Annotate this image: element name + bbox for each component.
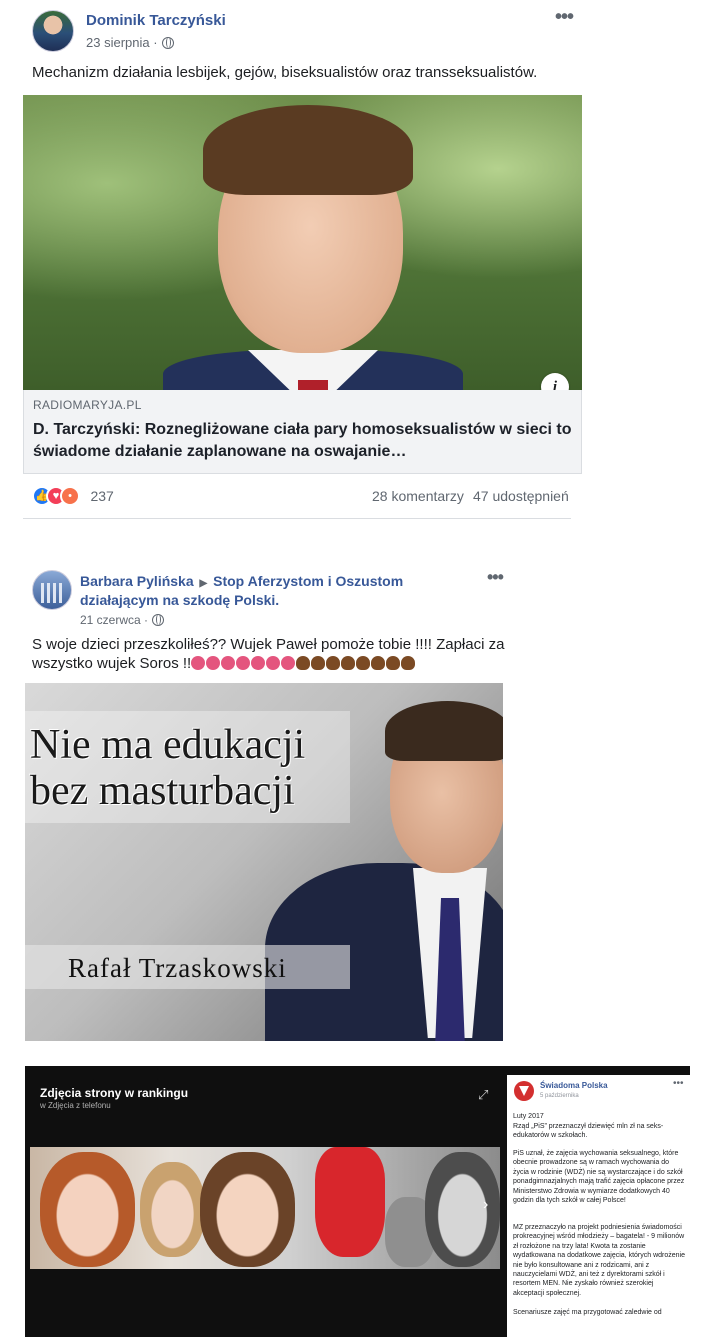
post1-reactions[interactable]: 👍 ♥ • 237 (32, 486, 114, 508)
globe-icon (152, 614, 165, 626)
post1-date-separator: · (149, 35, 158, 50)
post1-author-name[interactable]: Dominik Tarczyński (86, 12, 226, 29)
arrow-right-icon: ▶ (199, 578, 208, 589)
post2-text-line2-words: wszystko wujek Soros !! (32, 655, 192, 672)
poo-emoji-icon (356, 656, 371, 670)
post2-options-button[interactable]: ••• (487, 567, 504, 588)
image-caption-line2: bez masturbacji (30, 768, 295, 814)
poo-emoji-icon (311, 656, 326, 670)
expand-icon[interactable]: ⤢ (478, 1087, 488, 1103)
image-caption-line1: Nie ma edukacji (30, 722, 306, 768)
post2-emoji-row (191, 655, 416, 672)
angry-icon: • (60, 486, 80, 506)
post2-text-line2: wszystko wujek Soros !! (32, 655, 416, 672)
post1-link-headline[interactable]: D. Tarczyński: Roznegliżowane ciała pary… (33, 419, 573, 463)
post3-paragraph: MZ przeznaczyło na projekt podniesienia … (513, 1224, 685, 1297)
poo-emoji-icon (341, 656, 356, 670)
post3-author-avatar[interactable] (514, 1081, 534, 1101)
portrait-tie (298, 380, 328, 390)
chevron-right-icon[interactable]: › (483, 1196, 488, 1214)
child-photo-2 (140, 1162, 205, 1257)
devil-emoji-icon (206, 656, 221, 670)
portrait-hair (385, 701, 503, 761)
devil-emoji-icon (251, 656, 266, 670)
post3-paragraph: Scenariusze zajęć ma przygotować zaledwi… (513, 1309, 662, 1316)
photo-viewer-subtitle[interactable]: w Zdjęcia z telefonu (40, 1101, 111, 1110)
post1-link-image[interactable] (23, 95, 582, 390)
photo-viewer-title[interactable]: Zdjęcia strony w rankingu (40, 1086, 188, 1100)
post1-options-button[interactable]: ••• (555, 6, 574, 29)
portrait-hair (203, 105, 413, 195)
post1-shares-count[interactable]: 47 udostępnień (473, 488, 569, 504)
post2-group-name[interactable]: Stop Aferzystom i Oszustom (213, 573, 403, 589)
red-handprint (315, 1147, 385, 1257)
post1-date-text[interactable]: 23 sierpnia (86, 35, 150, 50)
post3-author-name[interactable]: Świadoma Polska (540, 1081, 608, 1090)
post3-options-button[interactable]: ••• (673, 1078, 684, 1089)
post3-paragraph: Rząd „PiS” przeznaczył dziewięć mln zł n… (513, 1123, 664, 1140)
poo-emoji-icon (371, 656, 386, 670)
post2-author-name[interactable]: Barbara Pylińska (80, 573, 194, 589)
post1-reaction-count[interactable]: 237 (90, 488, 113, 504)
child-photo-3 (200, 1152, 295, 1267)
post2-date-text[interactable]: 21 czerwca (80, 613, 141, 627)
devil-emoji-icon (221, 656, 236, 670)
globe-icon (161, 37, 174, 49)
post3-paragraph: Luty 2017 (513, 1113, 544, 1120)
post2-image[interactable]: Nie ma edukacji bez masturbacji Rafał Tr… (25, 683, 503, 1041)
photo-viewer-image[interactable] (30, 1147, 500, 1269)
child-photo-1 (40, 1152, 135, 1267)
post1-link-domain: RADIOMARYJA.PL (33, 398, 142, 412)
post2-date-separator: · (140, 613, 149, 627)
post2-group-name-cont[interactable]: działającym na szkodę Polski. (80, 592, 279, 608)
post1-author-avatar[interactable] (32, 10, 74, 52)
post1-timestamp[interactable]: 23 sierpnia · (86, 35, 174, 50)
poo-emoji-icon (326, 656, 341, 670)
poo-emoji-icon (401, 656, 416, 670)
post3-timestamp[interactable]: 5 października (540, 1093, 579, 1099)
devil-emoji-icon (266, 656, 281, 670)
post1-divider (23, 518, 571, 519)
devil-emoji-icon (191, 656, 206, 670)
devil-emoji-icon (281, 656, 296, 670)
post2-text-line1: S woje dzieci przeszkoliłeś?? Wujek Pawe… (32, 636, 505, 653)
poo-emoji-icon (386, 656, 401, 670)
post3-paragraph: PiS uznał, że zajęcia wychowania seksual… (513, 1150, 685, 1205)
post2-header: Barbara Pylińska ▶ Stop Aferzystom i Osz… (80, 573, 403, 589)
post2-timestamp[interactable]: 21 czerwca · (80, 613, 165, 627)
image-name-caption: Rafał Trzaskowski (68, 953, 287, 983)
child-photo-4 (425, 1152, 500, 1267)
devil-emoji-icon (236, 656, 251, 670)
poo-emoji-icon (296, 656, 311, 670)
post1-comments-count[interactable]: 28 komentarzy (372, 488, 464, 504)
post2-author-avatar[interactable] (32, 570, 72, 610)
post1-text: Mechanizm działania lesbijek, gejów, bis… (32, 64, 538, 81)
